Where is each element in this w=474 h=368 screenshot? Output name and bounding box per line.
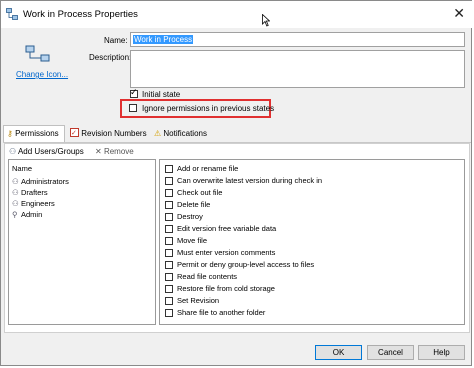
name-label: Name: — [104, 36, 128, 45]
permission-label: Delete file — [177, 200, 211, 209]
description-label: Description: — [89, 53, 132, 62]
tab-label: Permissions — [15, 129, 59, 138]
group-name: Drafters — [21, 188, 48, 197]
groups-header: Name — [12, 164, 33, 173]
checkbox-icon: ✓ — [70, 128, 79, 137]
group-name: Admin — [21, 210, 43, 219]
cancel-button[interactable]: Cancel — [367, 345, 414, 360]
permission-checkbox[interactable] — [165, 201, 173, 209]
key-icon: ⚷ — [7, 129, 13, 138]
permission-checkbox[interactable] — [165, 273, 173, 281]
permission-label: Destroy — [177, 212, 203, 221]
permission-checkbox[interactable] — [165, 225, 173, 233]
tab-label: Revision Numbers — [81, 129, 147, 138]
tab-permissions[interactable]: ⚷ Permissions — [3, 125, 65, 142]
help-button[interactable]: Help — [418, 345, 465, 360]
remove-label: Remove — [103, 147, 134, 156]
title-bar: Work in Process Properties ✕ — [1, 1, 473, 28]
tab-label: Notifications — [163, 129, 207, 138]
window-title: Work in Process Properties — [23, 9, 138, 20]
tab-strip: ⚷ Permissions ✓ Revision Numbers ⚠ Notif… — [3, 125, 471, 143]
permission-checkbox[interactable] — [165, 297, 173, 305]
group-name: Engineers — [21, 199, 55, 208]
remove-icon: ✕ — [95, 147, 102, 156]
warning-icon: ⚠ — [154, 129, 162, 138]
group-name: Administrators — [21, 177, 69, 186]
permission-checkbox[interactable] — [165, 165, 173, 173]
permission-label: Must enter version comments — [177, 248, 276, 257]
permission-checkbox[interactable] — [165, 309, 173, 317]
close-icon[interactable]: ✕ — [453, 5, 465, 21]
tab-revision-numbers[interactable]: ✓ Revision Numbers — [67, 126, 149, 141]
description-field[interactable] — [130, 50, 465, 88]
properties-dialog: Work in Process Properties ✕ Change Icon… — [0, 0, 473, 366]
name-field[interactable]: Work in Process — [130, 32, 465, 47]
list-item[interactable]: ⚇ Administrators — [12, 177, 69, 187]
permission-label: Read file contents — [177, 272, 238, 281]
permission-label: Permit or deny group-level access to fil… — [177, 260, 315, 269]
add-users-groups-button[interactable]: ⚇ Add Users/Groups — [9, 147, 84, 156]
initial-state-label: Initial state — [142, 90, 181, 99]
permission-checkbox[interactable] — [165, 189, 173, 197]
permission-checkbox[interactable] — [165, 261, 173, 269]
initial-state-checkbox[interactable] — [130, 87, 138, 98]
group-icon: ⚇ — [12, 188, 19, 197]
permission-checkbox[interactable] — [165, 249, 173, 257]
permission-label: Add or rename file — [177, 164, 239, 173]
permission-label: Edit version free variable data — [177, 224, 277, 233]
ignore-permissions-checkbox[interactable] — [129, 104, 137, 112]
ignore-permissions-label: Ignore permissions in previous states — [142, 104, 275, 113]
add-user-icon: ⚇ — [9, 147, 17, 156]
permission-label: Can overwrite latest version during chec… — [177, 176, 323, 185]
permission-label: Move file — [177, 236, 208, 245]
remove-button[interactable]: ✕ Remove — [95, 147, 134, 156]
state-icon — [25, 45, 50, 62]
permission-checkbox[interactable] — [165, 213, 173, 221]
tab-notifications[interactable]: ⚠ Notifications — [151, 126, 221, 141]
permission-label: Check out file — [177, 188, 223, 197]
workflow-state-icon — [6, 8, 18, 20]
change-icon-link[interactable]: Change Icon... — [16, 70, 68, 79]
add-users-groups-label: Add Users/Groups — [17, 147, 84, 156]
permission-label: Share file to another folder — [177, 308, 266, 317]
groups-list[interactable]: Name ⚇ Administrators ⚇ Drafters ⚇ Engineer… — [8, 159, 156, 325]
ok-button[interactable]: OK — [315, 345, 362, 360]
permission-checkbox[interactable] — [165, 237, 173, 245]
permission-label: Restore file from cold storage — [177, 284, 275, 293]
list-item[interactable]: ⚇ Engineers — [12, 199, 55, 209]
permissions-list: Add or rename file Can overwrite latest … — [159, 159, 465, 325]
group-icon: ⚇ — [12, 199, 19, 208]
list-item[interactable]: ⚇ Drafters — [12, 188, 48, 198]
user-icon: ⚲ — [12, 210, 18, 219]
group-icon: ⚇ — [12, 177, 19, 186]
permission-label: Set Revision — [177, 296, 220, 305]
name-value: Work in Process — [133, 35, 194, 44]
permission-checkbox[interactable] — [165, 285, 173, 293]
mouse-cursor-icon — [262, 14, 270, 27]
permission-checkbox[interactable] — [165, 177, 173, 185]
list-item[interactable]: ⚲ Admin — [12, 210, 42, 220]
